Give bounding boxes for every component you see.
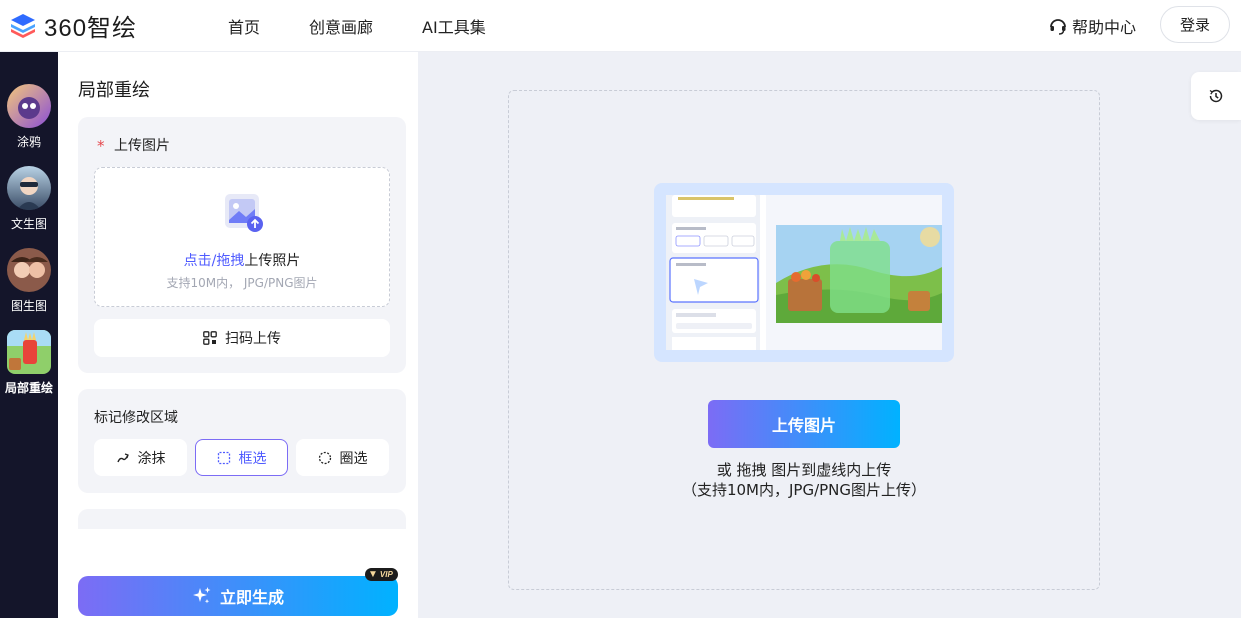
logo-icon [11, 14, 35, 38]
tool-box-select-label: 框选 [238, 450, 267, 467]
upload-canvas[interactable]: 上传图片 或 拖拽 图片到虚线内上传 （支持10M内，JPG/PNG图片上传） [508, 90, 1100, 590]
nav-item-home[interactable]: 首页 [228, 14, 260, 38]
rail-label-text-to-image: 文生图 [10, 217, 47, 231]
text-to-image-thumbnail [7, 166, 51, 210]
rail-item-doodle[interactable]: 涂鸦 [0, 84, 58, 150]
tool-box-select-button[interactable]: 框选 [195, 439, 288, 476]
drop-zone-text: 点击/拖拽上传照片 [95, 250, 389, 270]
rail-item-image-to-image[interactable]: 图生图 [0, 248, 58, 314]
qr-upload-label: 扫码上传 [225, 331, 281, 347]
nav-item-gallery[interactable]: 创意画廊 [309, 14, 373, 38]
logo-text: 360智绘 [44, 14, 138, 42]
next-settings-card [78, 509, 406, 529]
main-nav: 首页 创意画廊 AI工具集 [228, 0, 535, 52]
generate-button[interactable]: 立即生成 [78, 576, 398, 616]
doodle-thumbnail [7, 84, 51, 128]
tool-smear-button[interactable]: 涂抹 [94, 439, 187, 476]
upload-card: * 上传图片 点击/拖拽上传照片 支持10M内， JPG/PNG图片 扫码上传 [78, 117, 406, 373]
vip-label: VIP [379, 570, 393, 579]
mark-area-card: 标记修改区域 涂抹 框选 圈选 [78, 389, 406, 493]
lasso-icon [318, 451, 331, 464]
upload-label: 上传图片 [114, 138, 170, 154]
brush-icon [116, 452, 129, 462]
settings-panel: 局部重绘 * 上传图片 点击/拖拽上传照片 支持10M内， JPG/PNG图片 [58, 52, 418, 618]
drag-hint: 或 拖拽 图片到虚线内上传 [716, 461, 892, 479]
help-center-label: 帮助中心 [1072, 18, 1137, 37]
generate-label: 立即生成 [219, 588, 284, 607]
nav-item-ai-tools[interactable]: AI工具集 [422, 14, 486, 38]
upload-drop-zone[interactable]: 点击/拖拽上传照片 支持10M内， JPG/PNG图片 [94, 167, 390, 307]
vip-badge: ▼ VIP [365, 568, 398, 581]
login-button[interactable]: 登录 [1160, 6, 1230, 43]
tool-lasso-button[interactable]: 圈选 [296, 439, 389, 476]
tool-rail: 涂鸦 文生图 图生图 局部重绘 [0, 52, 58, 618]
panel-title: 局部重绘 [78, 80, 150, 101]
history-button[interactable] [1191, 72, 1241, 120]
qr-upload-button[interactable]: 扫码上传 [94, 319, 390, 357]
image-to-image-thumbnail [7, 248, 51, 292]
drop-zone-highlight[interactable]: 点击/拖拽 [184, 253, 245, 269]
headset-icon [1050, 19, 1066, 35]
mark-area-title: 标记修改区域 [94, 410, 178, 426]
logo[interactable]: 360智绘 [10, 11, 137, 42]
rail-item-inpaint[interactable]: 局部重绘 [0, 330, 58, 396]
tool-lasso-label: 圈选 [339, 450, 368, 467]
qr-code-icon [203, 331, 217, 345]
rail-label-image-to-image: 图生图 [10, 299, 47, 313]
drop-zone-hint: 支持10M内， JPG/PNG图片 [166, 276, 318, 290]
upload-image-button[interactable]: 上传图片 [708, 400, 900, 448]
rail-item-text-to-image[interactable]: 文生图 [0, 166, 58, 232]
top-bar: 360智绘 首页 创意画廊 AI工具集 帮助中心 登录 [0, 0, 1241, 52]
image-upload-icon [225, 194, 263, 232]
rail-label-inpaint: 局部重绘 [4, 381, 53, 395]
format-hint: （支持10M内，JPG/PNG图片上传） [681, 481, 927, 499]
inpaint-thumbnail [7, 330, 51, 374]
rail-label-doodle: 涂鸦 [16, 135, 41, 149]
history-icon [1209, 89, 1223, 103]
vip-crown-icon: ▼ [368, 569, 378, 580]
tool-smear-label: 涂抹 [137, 450, 166, 467]
sparkle-icon [192, 587, 211, 604]
box-select-icon [217, 451, 230, 464]
help-center-link[interactable]: 帮助中心 [1048, 14, 1136, 38]
drop-zone-suffix: 上传照片 [244, 253, 301, 269]
required-mark: * [97, 137, 105, 155]
example-preview-image [654, 183, 954, 362]
